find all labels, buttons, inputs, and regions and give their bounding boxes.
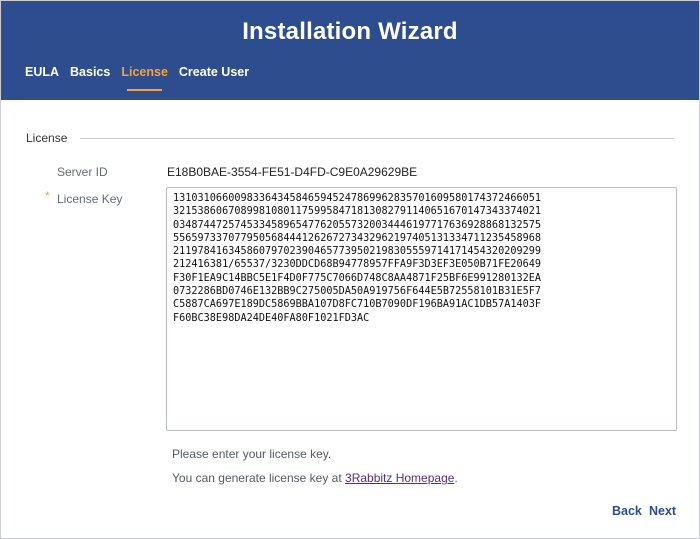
server-id-value: E18B0BAE-3554-FE51-D4FD-C9E0A29629BE [167,165,418,179]
tab-license[interactable]: License [121,65,168,91]
installation-wizard-window: Installation Wizard EULA Basics License … [0,0,700,539]
tab-basics[interactable]: Basics [70,65,110,85]
license-key-label: License Key [57,192,123,206]
generate-text-prefix: You can generate license key at [172,471,346,485]
generate-text-suffix: . [454,471,458,485]
wizard-steps-nav: EULA Basics License Create User [25,65,249,91]
section-divider [80,138,674,139]
generate-license-text: You can generate license key at 3Rabbitz… [172,471,458,485]
next-button[interactable]: Next [649,504,676,518]
section-title: License [26,131,68,145]
page-title: Installation Wizard [242,18,458,45]
license-key-textarea[interactable]: 1310310660098336434584659452478699628357… [166,187,677,431]
wizard-header: Installation Wizard EULA Basics License … [1,1,699,100]
back-button[interactable]: Back [612,504,642,518]
license-hint-text: Please enter your license key. [172,447,332,461]
tab-create-user[interactable]: Create User [179,65,249,85]
server-id-label: Server ID [57,165,108,179]
required-marker: * [45,189,50,203]
tab-eula[interactable]: EULA [25,65,59,85]
homepage-link[interactable]: 3Rabbitz Homepage [345,471,454,485]
